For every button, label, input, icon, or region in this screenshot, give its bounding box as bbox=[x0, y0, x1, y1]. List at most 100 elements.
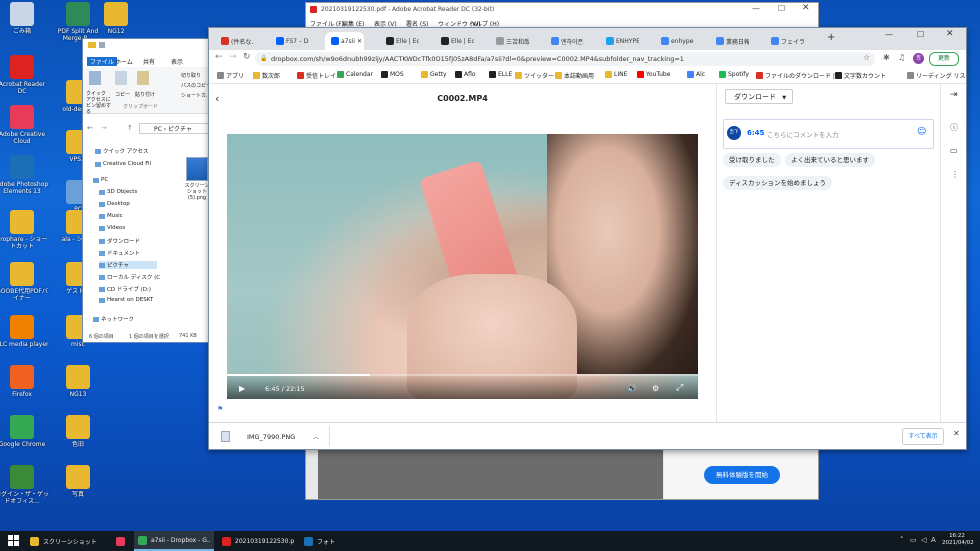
bookmark-item[interactable]: Alc bbox=[687, 71, 705, 78]
chevron-up-icon[interactable]: ︿ bbox=[313, 432, 319, 441]
bookmark-item[interactable]: リーディング リスト bbox=[907, 71, 966, 80]
media-icon[interactable]: ♫ bbox=[898, 53, 905, 62]
download-button[interactable]: ダウンロード ▼ bbox=[725, 89, 793, 104]
bookmark-item[interactable]: MOS bbox=[381, 71, 404, 78]
fullscreen-icon[interactable]: ⤢ bbox=[676, 383, 683, 393]
reload-icon[interactable]: ↻ bbox=[243, 52, 251, 62]
flag-icon[interactable]: ⚑ bbox=[217, 405, 223, 413]
copy-icon[interactable] bbox=[115, 71, 127, 85]
browser-tab[interactable]: FS7 – Dr... bbox=[270, 32, 309, 50]
clock[interactable]: 16:22 2021/04/02 bbox=[942, 533, 974, 547]
profile-avatar[interactable]: 吉 bbox=[913, 53, 924, 64]
extensions-icon[interactable]: ✱ bbox=[883, 53, 890, 62]
bookmark-item[interactable]: LINE bbox=[605, 71, 627, 78]
browser-tab[interactable]: Elle | Edi... bbox=[380, 32, 419, 50]
paste-label[interactable]: 貼り付け bbox=[135, 91, 155, 98]
back-icon[interactable]: ← bbox=[215, 52, 223, 62]
desktop-icon[interactable]: Adobe Photoshop Elements 13 bbox=[0, 155, 50, 195]
suggestion-chip-well-done[interactable]: よく出来ていると思います bbox=[785, 153, 875, 167]
taskbar-app[interactable]: a7sii - Dropbox - G... bbox=[134, 531, 214, 551]
volume-icon[interactable]: ◁ bbox=[921, 536, 926, 544]
pin-icon[interactable] bbox=[89, 71, 101, 85]
minimize-icon[interactable]: — bbox=[752, 4, 760, 13]
collapse-icon[interactable]: ⇥ bbox=[950, 90, 958, 100]
browser-tab[interactable]: enhypen... bbox=[655, 32, 694, 50]
update-button[interactable]: 更新 bbox=[929, 52, 959, 66]
close-icon[interactable]: ✕ bbox=[802, 3, 810, 13]
copy-path-label[interactable]: パスのコピー bbox=[181, 82, 211, 89]
play-icon[interactable]: ▶ bbox=[239, 384, 245, 393]
bookmark-item[interactable]: アプリ bbox=[217, 71, 244, 80]
save-icon[interactable] bbox=[99, 42, 105, 48]
nav-item[interactable]: Hearst on DESKT bbox=[99, 297, 153, 303]
tab-close-icon[interactable]: ✕ bbox=[357, 38, 362, 45]
browser-tab[interactable]: ENHYPEN... bbox=[600, 32, 639, 50]
browser-tab[interactable]: (件名な... bbox=[215, 32, 254, 50]
ime-indicator[interactable]: A bbox=[931, 536, 936, 544]
up-arrow-icon[interactable]: ↑ bbox=[127, 124, 133, 132]
bookmark-item[interactable]: 文字数カウント bbox=[835, 71, 886, 80]
ribbon-tab[interactable]: ファイル bbox=[87, 57, 118, 66]
pin-quick-access-label[interactable]: クイック アクセスにピン留めする bbox=[86, 91, 112, 115]
video-player[interactable]: ▶ 6:45 / 22:15 🔊 ⚙ ⤢ bbox=[227, 134, 698, 399]
chrome-window[interactable]: + — ☐ ✕ (件名な...FS7 – Dr...a7sii✕Elle | E… bbox=[208, 27, 967, 450]
nav-item[interactable]: 3D Objects bbox=[99, 189, 137, 195]
comment-box[interactable]: 吉下 6:45 · こちらにコメントを入力 ☺ bbox=[723, 119, 934, 149]
browser-tab[interactable]: 三苫和哉... bbox=[490, 32, 529, 50]
progress-track[interactable] bbox=[227, 374, 698, 376]
desktop-icon[interactable]: Google Chrome bbox=[0, 415, 50, 448]
shortcut-label[interactable]: ショートカ... bbox=[181, 92, 211, 99]
desktop-icon[interactable]: Firefox bbox=[0, 365, 50, 398]
desktop-icon[interactable]: drophare - ショートカット bbox=[0, 210, 50, 250]
start-button[interactable] bbox=[8, 535, 19, 546]
minimize-icon[interactable]: — bbox=[885, 30, 893, 39]
nav-item[interactable]: PC bbox=[93, 177, 108, 183]
nav-item[interactable]: ダウンロード bbox=[99, 237, 140, 245]
desktop-icon[interactable]: NG13 bbox=[50, 365, 106, 398]
address-bar[interactable]: PC › ピクチャ bbox=[139, 123, 211, 134]
acrobat-titlebar[interactable]: 20210319122530.pdf - Adobe Acrobat Reade… bbox=[306, 3, 818, 17]
bookmark-item[interactable]: ELLE bbox=[489, 71, 512, 78]
forward-icon[interactable]: → bbox=[229, 52, 237, 62]
chevron-up-icon[interactable]: ˄ bbox=[900, 536, 904, 544]
copy-label[interactable]: コピー bbox=[115, 91, 130, 98]
info-icon[interactable]: ⓘ bbox=[950, 122, 958, 133]
maximize-icon[interactable]: ☐ bbox=[778, 4, 785, 13]
ribbon-tab[interactable]: 共有 bbox=[143, 57, 155, 66]
nav-item[interactable]: Music bbox=[99, 213, 123, 219]
forward-arrow-icon[interactable]: → bbox=[101, 124, 107, 132]
bookmark-item[interactable]: 本誌動画用 bbox=[555, 71, 594, 80]
comment-timestamp[interactable]: 6:45 bbox=[747, 129, 764, 137]
file-explorer-window[interactable]: ファイル ホーム 共有 表示 クイック アクセスにピン留めする コピー 貼り付け 切り… bbox=[82, 38, 212, 343]
nav-item[interactable]: Desktop bbox=[99, 201, 130, 207]
nav-item[interactable]: ネットワーク bbox=[93, 315, 134, 323]
taskbar-app[interactable]: スクリーンショット bbox=[26, 531, 108, 551]
desktop-icon[interactable]: Adobe Creative Cloud bbox=[0, 105, 50, 145]
browser-tab[interactable]: Elle | Edi... bbox=[435, 32, 474, 50]
close-icon[interactable]: ✕ bbox=[953, 429, 960, 438]
explorer-titlebar[interactable] bbox=[83, 39, 211, 51]
emoji-icon[interactable]: ☺ bbox=[917, 127, 926, 137]
suggestion-chip-discussion[interactable]: ディスカッションを始めましょう bbox=[723, 176, 833, 190]
settings-icon[interactable]: ⚙ bbox=[652, 384, 659, 393]
browser-tab[interactable]: フェイラー... bbox=[765, 32, 804, 50]
nav-item[interactable]: ローカル ディスク (C bbox=[99, 273, 160, 281]
desktop-icon[interactable]: 色旧 bbox=[50, 415, 106, 448]
star-icon[interactable]: ☆ bbox=[863, 53, 870, 62]
nav-item[interactable]: Creative Cloud Fil bbox=[95, 161, 151, 167]
browser-tab[interactable]: 業務日報... bbox=[710, 32, 749, 50]
taskbar-app[interactable] bbox=[112, 531, 130, 551]
paste-icon[interactable] bbox=[137, 71, 149, 85]
desktop-icon[interactable]: NG12 bbox=[88, 2, 144, 35]
taskbar-app[interactable]: 20210319122530.pd... bbox=[218, 531, 298, 551]
comment-input[interactable]: · こちらにコメントを入力 bbox=[763, 129, 839, 139]
maximize-icon[interactable]: ☐ bbox=[917, 30, 924, 39]
browser-tab[interactable]: 엔하이픈... bbox=[545, 32, 584, 50]
bookmark-item[interactable]: ツイッター bbox=[515, 71, 554, 80]
nav-item[interactable]: Videos bbox=[99, 225, 125, 231]
more-icon[interactable]: ⋮ bbox=[951, 170, 959, 179]
bookmark-item[interactable]: Calendar bbox=[337, 71, 373, 78]
desktop-icon[interactable]: ログイン・ザ・ゲッドオフィス... bbox=[0, 465, 50, 505]
desktop-icon[interactable]: Acrobat Reader DC bbox=[0, 55, 50, 95]
comment-icon[interactable]: ▭ bbox=[950, 146, 958, 155]
